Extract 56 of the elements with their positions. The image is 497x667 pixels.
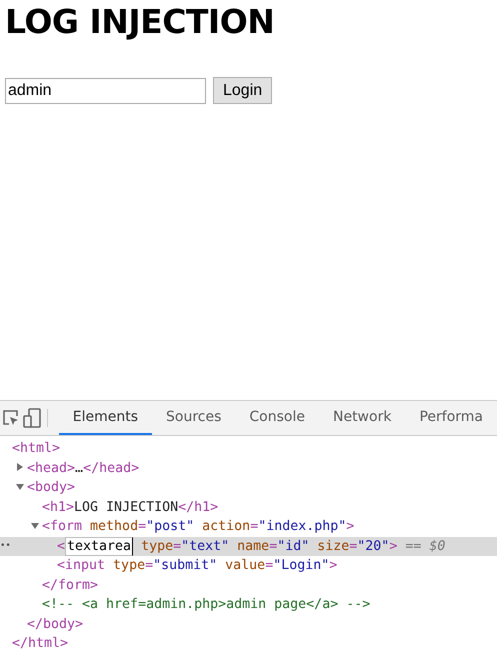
devtools-tab[interactable]: Console xyxy=(235,401,319,435)
tag-text: </form> xyxy=(42,578,98,592)
attribute-value: "text" xyxy=(181,538,230,554)
tag-text: = xyxy=(138,519,146,534)
attribute-name: size xyxy=(316,538,350,554)
attribute-value: "submit" xyxy=(153,558,218,573)
tag-text: = xyxy=(269,538,278,554)
tag-text: <form xyxy=(42,519,82,534)
node-text: LOG INJECTION xyxy=(74,500,178,514)
tag-text: = xyxy=(145,558,154,573)
devtools-tab[interactable]: Performa xyxy=(405,401,497,435)
tag-text: > xyxy=(389,538,398,554)
tag-text: <head> xyxy=(27,460,76,476)
tag-text: <input xyxy=(57,558,106,573)
attribute-value: "post" xyxy=(146,519,194,534)
html-comment: <!-- <a href=admin.php>admin page</a> --> xyxy=(42,597,370,612)
tag-name-editor[interactable]: textarea xyxy=(65,536,134,556)
attribute-name: action xyxy=(201,519,250,534)
attribute-value: "20" xyxy=(357,538,390,554)
page-heading: LOG INJECTION xyxy=(5,1,276,42)
tag-text: <h1> xyxy=(42,500,74,514)
attribute-name: value xyxy=(224,558,266,573)
tag-text: <body> xyxy=(27,480,76,495)
tag-text: = xyxy=(349,538,358,554)
selected-node-marker: == $0 xyxy=(404,538,446,554)
devtools-tab[interactable]: Network xyxy=(318,401,406,435)
tag-text: = xyxy=(250,519,258,534)
tag-text: = xyxy=(265,558,274,573)
tag-text: <html> xyxy=(12,441,60,456)
inspect-icon[interactable] xyxy=(2,409,20,427)
tag-text: < xyxy=(57,538,66,554)
tag-text: > xyxy=(329,558,338,573)
selected-dom-row[interactable]: •• <textarea type="text" name="id" size="20"> == $0 xyxy=(0,536,497,556)
expanded-triangle-icon[interactable] xyxy=(16,482,24,491)
attribute-name: name xyxy=(236,538,270,554)
tag-text: = xyxy=(173,538,182,554)
attribute-value: "id" xyxy=(277,538,310,554)
attribute-value: "index.php" xyxy=(258,519,346,534)
attribute-name: method xyxy=(89,519,138,534)
collapsed-triangle-icon[interactable] xyxy=(16,463,24,472)
login-button[interactable]: Login xyxy=(213,77,272,104)
tag-text: </h1> xyxy=(178,500,218,514)
attribute-value: "Login" xyxy=(273,558,330,573)
tag-text: </body> xyxy=(27,616,84,632)
tag-text: > xyxy=(346,519,354,534)
node-text: … xyxy=(75,460,84,476)
device-toolbar-icon[interactable] xyxy=(23,408,42,428)
attribute-name: type xyxy=(140,538,174,554)
devtools-tab[interactable]: Elements xyxy=(58,401,152,435)
expanded-triangle-icon[interactable] xyxy=(31,522,39,530)
attribute-name: type xyxy=(112,558,146,573)
tag-text: </head> xyxy=(83,460,140,476)
ellipsis-icon[interactable]: •• xyxy=(0,536,11,556)
id-input-field[interactable]: admin xyxy=(5,78,206,104)
tag-text: </html> xyxy=(12,636,68,651)
devtools-tab[interactable]: Sources xyxy=(152,401,236,435)
